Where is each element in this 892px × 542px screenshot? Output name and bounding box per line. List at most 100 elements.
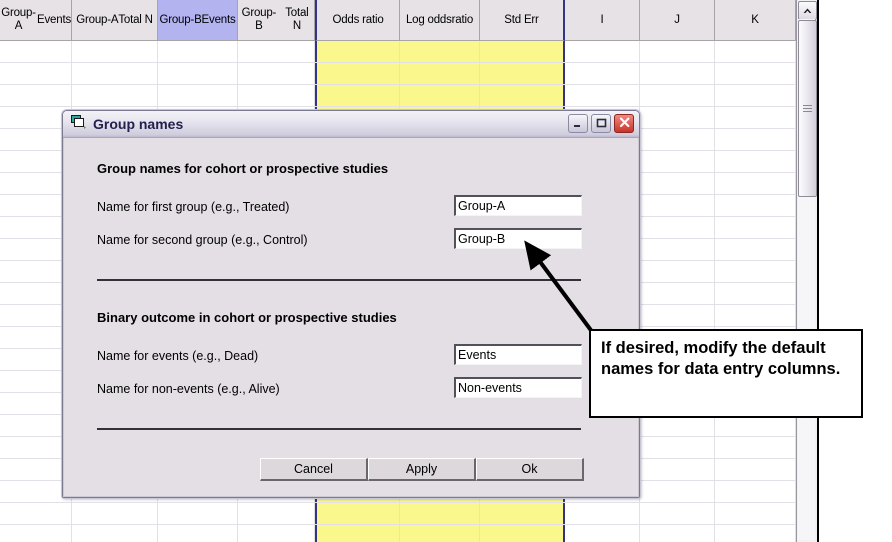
grid-cell[interactable] (158, 503, 238, 524)
column-header[interactable]: Group-B Events (158, 0, 238, 41)
apply-button[interactable]: Apply (368, 458, 476, 481)
grid-cell[interactable] (715, 151, 796, 172)
grid-cell[interactable] (0, 41, 72, 62)
grid-cell[interactable] (715, 85, 796, 106)
grid-cell[interactable] (565, 85, 640, 106)
grid-cell[interactable] (0, 525, 72, 542)
grid-cell[interactable] (72, 503, 158, 524)
grid-cell[interactable] (640, 239, 715, 260)
input-second-group[interactable] (454, 228, 582, 249)
grid-cell[interactable] (640, 107, 715, 128)
input-first-group[interactable] (454, 195, 582, 216)
grid-cell[interactable] (715, 129, 796, 150)
column-header[interactable]: Group-A Total N (72, 0, 158, 41)
grid-cell[interactable] (640, 41, 715, 62)
grid-cell[interactable] (640, 437, 715, 458)
ok-button[interactable]: Ok (476, 458, 584, 481)
grid-cell[interactable] (640, 261, 715, 282)
grid-cell[interactable] (640, 129, 715, 150)
grid-cell[interactable] (158, 525, 238, 542)
column-header[interactable]: Group-B Total N (238, 0, 315, 41)
scroll-up-button[interactable] (798, 1, 817, 20)
grid-cell[interactable] (158, 41, 238, 62)
grid-cell[interactable] (238, 63, 315, 84)
input-non-events[interactable] (454, 377, 582, 398)
grid-cell[interactable] (715, 305, 796, 326)
grid-cell[interactable] (400, 85, 480, 106)
grid-cell[interactable] (238, 85, 315, 106)
dialog-titlebar[interactable]: Group names (63, 111, 639, 138)
grid-cell[interactable] (640, 415, 715, 436)
grid-cell[interactable] (0, 503, 72, 524)
grid-cell[interactable] (640, 459, 715, 480)
grid-cell[interactable] (480, 85, 565, 106)
grid-cell[interactable] (640, 63, 715, 84)
grid-cell[interactable] (715, 459, 796, 480)
column-header[interactable]: I (565, 0, 640, 41)
grid-cell[interactable] (565, 63, 640, 84)
cancel-button[interactable]: Cancel (260, 458, 368, 481)
grid-cell[interactable] (238, 525, 315, 542)
table-row[interactable] (0, 63, 796, 85)
minimize-button[interactable] (568, 114, 588, 133)
column-header[interactable]: Odds ratio (315, 0, 400, 41)
grid-cell[interactable] (315, 63, 400, 84)
grid-cell[interactable] (715, 173, 796, 194)
grid-cell[interactable] (640, 151, 715, 172)
grid-cell[interactable] (715, 283, 796, 304)
grid-cell[interactable] (640, 481, 715, 502)
table-row[interactable] (0, 525, 796, 542)
grid-cell[interactable] (640, 305, 715, 326)
grid-cell[interactable] (480, 63, 565, 84)
column-header[interactable]: J (640, 0, 715, 41)
grid-cell[interactable] (565, 41, 640, 62)
column-header[interactable]: Log odds ratio (400, 0, 480, 41)
grid-cell[interactable] (715, 107, 796, 128)
grid-cell[interactable] (400, 41, 480, 62)
grid-cell[interactable] (158, 85, 238, 106)
grid-cell[interactable] (72, 41, 158, 62)
grid-cell[interactable] (480, 525, 565, 542)
grid-cell[interactable] (158, 63, 238, 84)
maximize-button[interactable] (591, 114, 611, 133)
grid-cell[interactable] (238, 41, 315, 62)
grid-cell[interactable] (400, 63, 480, 84)
input-events[interactable] (454, 344, 582, 365)
grid-cell[interactable] (715, 239, 796, 260)
grid-cell[interactable] (640, 85, 715, 106)
grid-cell[interactable] (315, 503, 400, 524)
grid-cell[interactable] (640, 195, 715, 216)
grid-cell[interactable] (640, 283, 715, 304)
grid-cell[interactable] (640, 525, 715, 542)
grid-cell[interactable] (238, 503, 315, 524)
grid-cell[interactable] (315, 41, 400, 62)
grid-cell[interactable] (715, 195, 796, 216)
grid-cell[interactable] (715, 415, 796, 436)
table-row[interactable] (0, 41, 796, 63)
grid-cell[interactable] (715, 525, 796, 542)
grid-cell[interactable] (480, 41, 565, 62)
grid-cell[interactable] (715, 261, 796, 282)
grid-cell[interactable] (72, 85, 158, 106)
table-row[interactable] (0, 85, 796, 107)
grid-cell[interactable] (565, 503, 640, 524)
grid-cell[interactable] (315, 525, 400, 542)
grid-cell[interactable] (640, 173, 715, 194)
grid-cell[interactable] (565, 525, 640, 542)
grid-cell[interactable] (480, 503, 565, 524)
grid-cell[interactable] (715, 63, 796, 84)
column-header[interactable]: K (715, 0, 796, 41)
grid-cell[interactable] (640, 217, 715, 238)
vertical-scrollbar[interactable] (796, 0, 817, 542)
grid-cell[interactable] (315, 85, 400, 106)
grid-cell[interactable] (400, 525, 480, 542)
grid-cell[interactable] (72, 63, 158, 84)
grid-cell[interactable] (715, 481, 796, 502)
grid-cell[interactable] (640, 503, 715, 524)
grid-cell[interactable] (715, 437, 796, 458)
grid-cell[interactable] (0, 63, 72, 84)
table-row[interactable] (0, 503, 796, 525)
grid-cell[interactable] (715, 217, 796, 238)
column-header[interactable]: Group-A Events (0, 0, 72, 41)
scrollbar-thumb[interactable] (798, 20, 817, 197)
